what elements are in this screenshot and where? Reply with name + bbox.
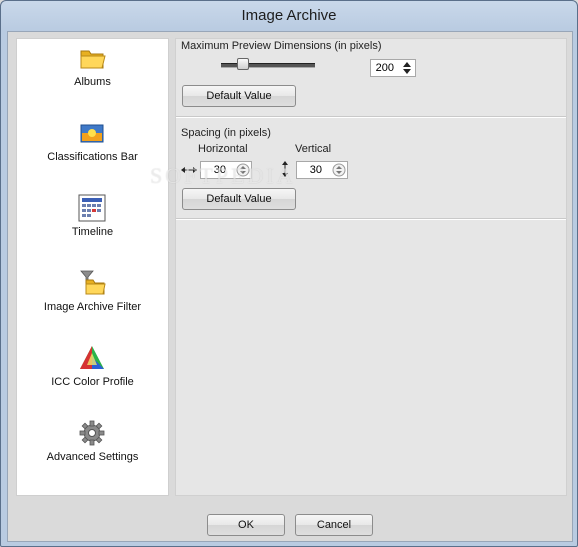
dialog-client-area: Albums Classifications Bar Timeline Imag… (7, 31, 573, 542)
image-archive-window: Image Archive Albums Classifications Bar (0, 0, 578, 547)
preview-dimensions-title: Maximum Preview Dimensions (in pixels) (181, 40, 382, 52)
sidebar-item-albums[interactable]: Albums (17, 39, 168, 109)
settings-sidebar: Albums Classifications Bar Timeline Imag… (16, 38, 169, 496)
horizontal-spacing-spinner[interactable]: 30 (200, 161, 252, 179)
classifications-bar-icon (80, 124, 104, 143)
spin-arrows-icon[interactable] (332, 163, 346, 177)
sidebar-item-icc-color-profile[interactable]: ICC Color Profile (17, 339, 168, 409)
preview-size-slider[interactable] (221, 57, 315, 73)
ok-button[interactable]: OK (207, 514, 285, 536)
vertical-label: Vertical (295, 143, 332, 155)
horizontal-spacing-value: 30 (213, 164, 226, 176)
gear-icon (79, 420, 105, 446)
sidebar-item-label: Timeline (71, 226, 114, 238)
window-title: Image Archive (241, 7, 337, 24)
sidebar-item-classifications-bar[interactable]: Classifications Bar (17, 114, 168, 184)
cancel-button[interactable]: Cancel (295, 514, 373, 536)
spin-arrows-icon[interactable] (236, 163, 250, 177)
section-divider (176, 116, 566, 118)
vertical-spacing-value: 30 (309, 164, 322, 176)
horizontal-arrows-icon (181, 167, 197, 173)
preview-size-spinner[interactable]: 200 (370, 59, 416, 77)
spacing-default-value-button[interactable]: Default Value (182, 188, 296, 210)
sidebar-item-label: Advanced Settings (46, 451, 139, 463)
spin-arrows-icon[interactable] (400, 61, 414, 75)
horizontal-label: Horizontal (198, 143, 248, 155)
spacing-title: Spacing (in pixels) (181, 127, 271, 139)
sidebar-item-label: Albums (74, 76, 111, 88)
sidebar-item-timeline[interactable]: Timeline (17, 189, 168, 259)
vertical-spacing-spinner[interactable]: 30 (296, 161, 348, 179)
section-divider (176, 218, 566, 220)
sidebar-item-label: Classifications Bar (47, 151, 138, 163)
preview-default-value-button[interactable]: Default Value (182, 85, 296, 107)
slider-track (221, 63, 315, 68)
calendar-icon (78, 194, 106, 222)
sidebar-item-image-archive-filter[interactable]: Image Archive Filter (17, 264, 168, 334)
preview-size-value: 200 (375, 62, 394, 74)
settings-panel: Maximum Preview Dimensions (in pixels) 2… (150, 38, 567, 496)
sidebar-item-label: ICC Color Profile (51, 376, 134, 388)
sidebar-item-advanced-settings[interactable]: Advanced Settings (17, 414, 168, 484)
color-triangle-icon (80, 346, 104, 369)
vertical-arrows-icon (282, 161, 288, 177)
sidebar-item-label: Image Archive Filter (43, 301, 142, 313)
filter-folder-icon (80, 270, 106, 295)
slider-thumb[interactable] (237, 58, 249, 70)
folder-icon (80, 50, 106, 69)
